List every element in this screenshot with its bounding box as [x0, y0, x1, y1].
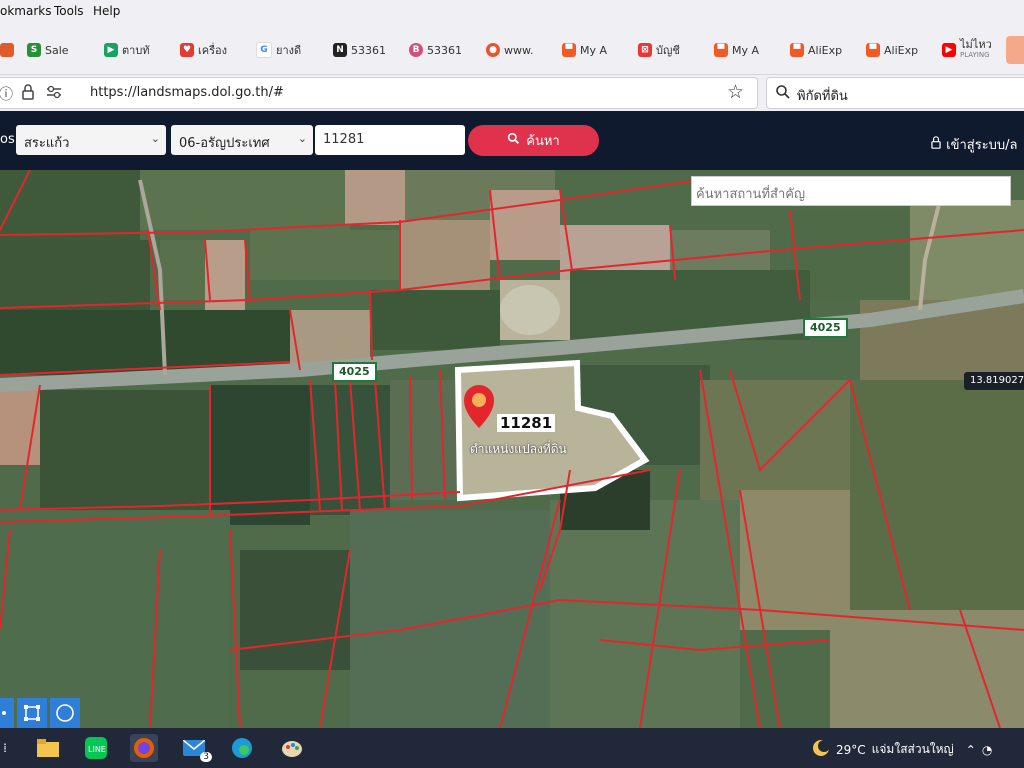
weather-widget[interactable]: 29°C แจ่มใสส่วนใหญ่ ⌃ ◔ [812, 739, 992, 760]
line-app-icon[interactable]: LINE [82, 734, 110, 762]
taskbar-partial-icon[interactable]: ⁞ [0, 734, 10, 762]
search-icon [775, 84, 791, 104]
coordinate-readout: 13.8190278 [964, 372, 1024, 390]
district-select[interactable]: 06-อรัญประเทศ ⌄ [171, 125, 313, 155]
firefox-icon[interactable] [130, 734, 158, 762]
star-icon[interactable]: ☆ [727, 81, 744, 103]
wifi-icon[interactable]: ◔ [982, 743, 992, 757]
search-icon [507, 132, 520, 149]
site-toolbar: os สระแก้ว ⌄ 06-อรัญประเทศ ⌄ 11281 ค้นหา เ… [0, 112, 1024, 170]
lock-icon[interactable] [21, 84, 35, 104]
navigation-bar: ⓘ https://landsmaps.dol.go.th/# ☆ พิกัดท… [0, 75, 1024, 111]
bookmark-item[interactable]: ▀ My A [714, 40, 774, 60]
draw-circle-button[interactable] [50, 698, 80, 728]
shop-icon: ▀ [562, 43, 576, 57]
shop-icon: ▀ [790, 43, 804, 57]
edge-icon[interactable] [228, 734, 256, 762]
youtube-icon: ▶ [942, 43, 956, 57]
bookmark-item[interactable]: ♥ เครื่อง [180, 40, 240, 60]
permissions-icon[interactable] [45, 84, 63, 104]
play-icon: ▶ [104, 43, 118, 57]
mail-badge: 3 [200, 752, 212, 762]
url-text[interactable]: https://landsmaps.dol.go.th/# [90, 85, 284, 100]
circle-icon [56, 704, 74, 722]
n-icon: N [333, 43, 347, 57]
parcel-sublabel: ตำแหน่งแปลงที่ดิน [470, 442, 567, 456]
pin-icon: ● [486, 43, 500, 57]
bookmark-item[interactable]: S Sale [27, 40, 87, 60]
draw-polygon-button[interactable] [0, 698, 14, 728]
shop-icon: ▀ [866, 43, 880, 57]
lock-icon [930, 136, 942, 153]
extension-icon[interactable] [1006, 36, 1024, 64]
road-label: 4025 [803, 318, 848, 338]
bookmark-item[interactable]: G ยางดี [256, 40, 316, 60]
browser-search-box[interactable]: พิกัดที่ดิน [766, 77, 1024, 109]
place-search-input[interactable]: ค้นหาสถานที่สำคัญ [691, 176, 1011, 206]
google-icon: G [256, 42, 272, 58]
taskbar: ⁞ LINE 3 29°C แจ่มใสส่วนใหญ่ ⌃ ◔ [0, 728, 1024, 768]
cart-icon: ⊠ [638, 43, 652, 57]
bookmark-item[interactable]: ▶ ไม่ไหว PLAYING [942, 37, 1002, 63]
toolbar-left-fragment: os [0, 132, 15, 147]
moon-icon [812, 739, 830, 760]
mail-icon[interactable]: 3 [180, 734, 212, 762]
bookmark-item[interactable]: ▀ My A [562, 40, 622, 60]
menu-help[interactable]: Help [93, 4, 120, 18]
bookmark-item[interactable]: ▶ ตาบทั [104, 40, 164, 60]
bookmark-item[interactable]: B 53361 [409, 40, 469, 60]
parcel-label[interactable]: 11281 [497, 414, 556, 432]
bookmark-item[interactable]: ▀ AliExp [790, 40, 850, 60]
province-select[interactable]: สระแก้ว ⌄ [16, 125, 166, 155]
heart-icon: ♥ [180, 43, 194, 57]
bookmark-partial[interactable] [0, 40, 14, 60]
road-label: 4025 [332, 362, 377, 382]
info-icon[interactable]: ⓘ [0, 84, 13, 104]
svg-text:LINE: LINE [88, 745, 106, 754]
menu-bookmarks[interactable]: okmarks [0, 4, 51, 18]
browser-search-text: พิกัดที่ดิน [797, 89, 848, 104]
menu-bar: okmarks Tools Help [0, 0, 1024, 24]
bookmark-item[interactable]: ● www. [486, 40, 546, 60]
bookmark-item[interactable]: N 53361 [333, 40, 393, 60]
search-button[interactable]: ค้นหา [468, 125, 599, 156]
b-icon: B [409, 43, 423, 57]
file-explorer-icon[interactable] [34, 734, 62, 762]
bookmark-item[interactable]: ⊠ บัญชี [638, 40, 698, 60]
sale-icon: S [27, 43, 41, 57]
paint-icon[interactable] [278, 734, 306, 762]
shop-icon: ▀ [714, 43, 728, 57]
menu-tools[interactable]: Tools [54, 4, 84, 18]
bookmark-icon [0, 43, 14, 57]
login-link[interactable]: เข้าสู่ระบบ/ล [930, 134, 1018, 155]
chevron-down-icon: ⌄ [297, 132, 307, 145]
chevron-down-icon: ⌄ [150, 132, 160, 145]
square-icon [24, 705, 40, 721]
bookmarks-bar: S Sale ▶ ตาบทั ♥ เครื่อง G ยางดี N 53361 B 533… [0, 24, 1024, 75]
chevron-up-icon[interactable]: ⌃ [966, 743, 976, 757]
url-bar[interactable]: ⓘ https://landsmaps.dol.go.th/# ☆ [0, 77, 758, 109]
map-view[interactable]: ค้นหาสถานที่สำคัญ 4025 4025 13.8190278 1… [0, 170, 1024, 728]
draw-tools [0, 698, 83, 728]
draw-square-button[interactable] [17, 698, 47, 728]
parcel-number-input[interactable]: 11281 [315, 125, 465, 155]
bookmark-item[interactable]: ▀ AliExp [866, 40, 926, 60]
